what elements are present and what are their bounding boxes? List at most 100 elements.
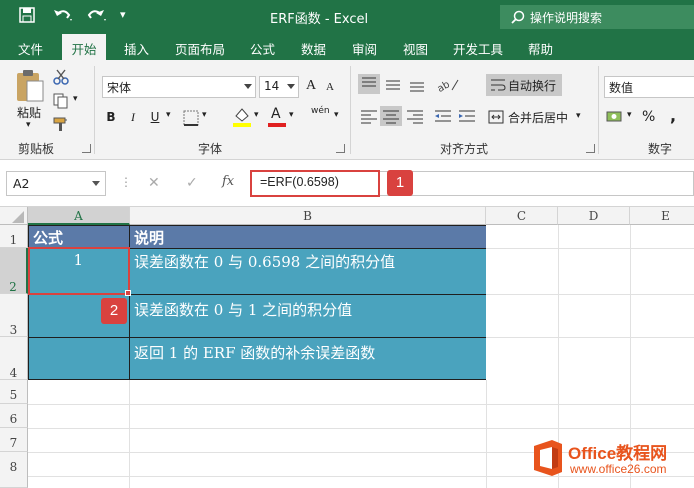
align-right-icon[interactable]: [404, 106, 426, 126]
table-cell-b3[interactable]: 误差函数在 0 与 1 之间的积分值: [130, 294, 486, 337]
table-cell-b2[interactable]: 误差函数在 0 与 0.6598 之间的积分值: [130, 248, 486, 294]
svg-text:ab: ab: [436, 79, 452, 94]
tab-page-layout[interactable]: 页面布局: [175, 39, 225, 58]
underline-dropdown-icon[interactable]: ▾: [166, 110, 171, 120]
align-middle-icon[interactable]: [382, 74, 404, 94]
fill-color-icon[interactable]: [232, 106, 252, 128]
fill-handle[interactable]: [125, 290, 131, 296]
font-group-label: 字体: [198, 142, 223, 156]
underline-button[interactable]: U: [146, 108, 164, 126]
orientation-icon[interactable]: ab: [434, 74, 462, 94]
comma-button[interactable]: ,: [670, 106, 676, 125]
tab-view[interactable]: 视图: [403, 39, 428, 58]
font-name-select[interactable]: 宋体: [102, 76, 256, 98]
tab-help[interactable]: 帮助: [528, 39, 553, 58]
bold-button[interactable]: B: [102, 108, 120, 126]
font-name-value: 宋体: [107, 81, 132, 95]
row-header-1[interactable]: 1: [0, 225, 28, 248]
column-header-d[interactable]: D: [558, 207, 630, 225]
row-header-8[interactable]: 8: [0, 452, 28, 488]
font-size-select[interactable]: 14: [259, 76, 299, 98]
row-header-3[interactable]: 3: [0, 294, 28, 337]
select-all-button[interactable]: [0, 207, 28, 225]
align-bottom-icon[interactable]: [406, 74, 428, 94]
tab-file[interactable]: 文件: [18, 39, 43, 58]
column-header-b[interactable]: B: [130, 207, 486, 225]
watermark-url: www.office26.com: [570, 462, 667, 476]
copy-dropdown-icon[interactable]: ▾: [73, 94, 78, 104]
undo-icon[interactable]: [52, 6, 74, 26]
wrap-text-label: 自动换行: [508, 79, 557, 93]
save-icon[interactable]: [18, 6, 36, 24]
customize-quick-access-icon[interactable]: ▾: [120, 8, 132, 22]
row-header-7[interactable]: 7: [0, 428, 28, 452]
decrease-indent-icon[interactable]: [432, 106, 454, 126]
redo-icon[interactable]: [86, 6, 108, 26]
number-format-select[interactable]: 数值: [604, 76, 694, 98]
currency-icon[interactable]: [606, 108, 624, 126]
tell-me-search[interactable]: 操作说明搜索: [500, 5, 694, 29]
gridline: [486, 248, 694, 249]
row-header-4[interactable]: 4: [0, 337, 28, 380]
tab-formulas[interactable]: 公式: [250, 39, 275, 58]
tab-developer[interactable]: 开发工具: [453, 39, 503, 58]
name-box-value: A2: [13, 176, 30, 191]
chevron-down-icon: [92, 181, 100, 186]
borders-icon[interactable]: [182, 109, 200, 127]
clipboard-launcher-icon[interactable]: [82, 144, 91, 153]
row-header-5[interactable]: 5: [0, 380, 28, 404]
number-group-label: 数字: [648, 142, 673, 156]
format-painter-icon[interactable]: [52, 115, 70, 133]
row-header-2[interactable]: 2: [0, 248, 28, 294]
grip-icon: ⋮: [120, 175, 132, 189]
tab-insert[interactable]: 插入: [124, 39, 149, 58]
watermark-brand: Office教程网: [568, 444, 668, 463]
name-box[interactable]: A2: [6, 171, 106, 196]
copy-icon[interactable]: [52, 92, 70, 110]
table-cell-b4[interactable]: 返回 1 的 ERF 函数的补余误差函数: [130, 337, 486, 379]
cancel-icon[interactable]: ✕: [148, 175, 160, 191]
gridline: [28, 404, 694, 405]
row-header-6[interactable]: 6: [0, 404, 28, 428]
currency-dropdown-icon[interactable]: ▾: [627, 110, 632, 120]
wrap-text-button[interactable]: 自动换行: [486, 74, 562, 96]
paste-label[interactable]: 粘贴: [17, 104, 41, 121]
font-size-decrease-button[interactable]: A: [326, 81, 334, 93]
tab-home[interactable]: 开始: [62, 34, 106, 62]
merge-center-label: 合并后居中: [508, 111, 569, 125]
table-cell-a4[interactable]: [29, 337, 130, 379]
increase-indent-icon[interactable]: [456, 106, 478, 126]
cut-icon[interactable]: [52, 68, 70, 86]
fill-color-dropdown-icon[interactable]: ▾: [254, 110, 259, 120]
header-cell-formula[interactable]: 公式: [29, 226, 130, 248]
column-header-a[interactable]: A: [28, 207, 130, 225]
font-color-dropdown-icon[interactable]: ▾: [289, 110, 294, 120]
alignment-launcher-icon[interactable]: [586, 144, 595, 153]
align-center-icon[interactable]: [380, 106, 402, 126]
font-launcher-icon[interactable]: [336, 144, 345, 153]
divider: [94, 66, 95, 154]
font-size-value: 14: [264, 79, 280, 93]
tab-data[interactable]: 数据: [301, 39, 326, 58]
tab-review[interactable]: 审阅: [352, 39, 377, 58]
percent-button[interactable]: %: [642, 109, 655, 125]
paste-dropdown-icon[interactable]: ▾: [26, 120, 31, 130]
merge-center-button[interactable]: 合并后居中 ▾: [486, 106, 586, 128]
align-left-icon[interactable]: [358, 106, 380, 126]
font-size-increase-button[interactable]: A: [306, 78, 316, 94]
paste-icon[interactable]: [14, 68, 46, 104]
insert-function-button[interactable]: fx: [222, 174, 234, 189]
column-header-c[interactable]: C: [486, 207, 558, 225]
align-top-icon[interactable]: [358, 74, 380, 94]
header-cell-description[interactable]: 说明: [130, 226, 486, 248]
phonetic-guide-button[interactable]: wén: [311, 106, 330, 116]
gridline: [486, 337, 694, 338]
borders-dropdown-icon[interactable]: ▾: [202, 110, 207, 120]
enter-icon[interactable]: ✓: [186, 175, 198, 191]
font-color-button[interactable]: A: [268, 106, 286, 128]
watermark: Office教程网 www.office26.com: [530, 435, 694, 488]
formula-input[interactable]: =ERF(0.6598): [250, 170, 380, 197]
italic-button[interactable]: I: [124, 108, 142, 126]
phonetic-dropdown-icon[interactable]: ▾: [334, 110, 339, 120]
column-header-e[interactable]: E: [630, 207, 694, 225]
